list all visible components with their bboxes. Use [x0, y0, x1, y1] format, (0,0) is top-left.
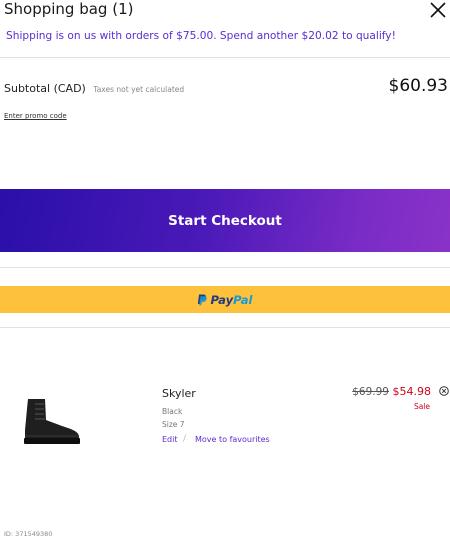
sale-badge: Sale — [413, 402, 430, 411]
page-title: Shopping bag (1) — [4, 0, 134, 18]
divider — [0, 327, 450, 328]
product-image[interactable] — [18, 396, 82, 446]
paypal-logo: Pay Pal — [197, 292, 253, 307]
paypal-text-pay: Pay — [210, 292, 234, 307]
paypal-logo-icon — [198, 294, 208, 305]
checkout-button-label: Start Checkout — [168, 212, 282, 229]
paypal-text-pal: Pal — [233, 292, 253, 307]
sale-price: $54.98 — [392, 385, 432, 398]
move-to-favourites-link[interactable]: Move to favourites — [195, 435, 270, 444]
remove-item-icon — [439, 386, 449, 396]
product-size: Size 7 — [162, 420, 185, 429]
promo-code-link[interactable]: Enter promo code — [4, 112, 67, 120]
start-checkout-button[interactable]: Start Checkout — [0, 189, 450, 252]
close-icon — [430, 2, 446, 18]
original-price: $69.99 — [352, 386, 389, 398]
product-color: Black — [162, 407, 183, 416]
product-name[interactable]: Skyler — [162, 387, 196, 400]
free-shipping-message: Shipping is on us with orders of $75.00.… — [6, 30, 396, 42]
paypal-checkout-button[interactable]: Pay Pal — [0, 286, 450, 313]
tax-note: Taxes not yet calculated — [93, 85, 185, 94]
close-button[interactable] — [428, 0, 448, 20]
divider — [0, 57, 450, 58]
remove-item-button[interactable] — [439, 386, 449, 396]
subtotal-label: Subtotal (CAD) — [4, 82, 86, 95]
item-id: ID: 371549380 — [4, 530, 53, 538]
subtotal-row: Subtotal (CAD) Taxes not yet calculated — [4, 82, 184, 95]
subtotal-amount: $60.93 — [388, 76, 448, 96]
boot-icon — [24, 399, 80, 444]
link-separator: / — [183, 434, 187, 444]
divider — [0, 267, 450, 268]
edit-item-link[interactable]: Edit — [162, 435, 178, 444]
